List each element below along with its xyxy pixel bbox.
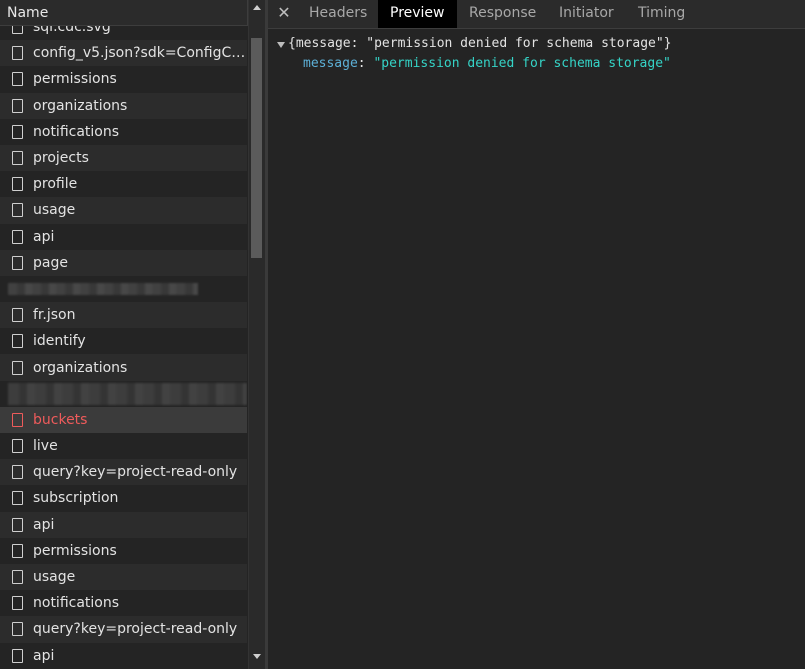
request-name: page [33,254,68,271]
json-property-key: message [303,56,358,71]
request-name: organizations [33,359,128,376]
request-name: notifications [33,595,120,612]
request-row[interactable]: notifications [0,118,247,145]
json-object-summary[interactable]: {message: "permission denied for schema … [288,36,672,51]
request-list: sqi.cdc.svg config_v5.json?sdk=ConfigCat-… [0,14,247,669]
request-name: permissions [33,71,117,88]
request-row[interactable]: organizations [0,354,247,381]
request-name: buckets [33,411,88,428]
file-icon [12,570,23,585]
request-list-scrollbar[interactable] [248,0,265,669]
tab-response[interactable]: Response [457,0,548,28]
request-row[interactable]: buckets [0,406,247,433]
scroll-up-arrow-icon[interactable] [253,5,261,10]
json-property-separator: : [357,56,374,71]
file-icon [12,46,23,61]
request-row[interactable]: permissions [0,66,247,93]
file-icon [12,648,23,663]
request-row[interactable]: permissions [0,537,247,564]
file-icon [12,203,23,218]
detail-tab-bar: ✕ Headers Preview Response Initiator Tim… [268,0,805,29]
file-icon [12,177,23,192]
request-row[interactable]: query?key=project-read-only [0,616,247,643]
file-icon [12,596,23,611]
request-name: query?key=project-read-only [33,621,238,638]
scroll-down-arrow-icon[interactable] [253,654,261,659]
request-row[interactable]: config_v5.json?sdk=ConfigCat-... [0,40,247,67]
request-row[interactable]: usage [0,197,247,224]
file-icon [12,491,23,506]
json-property-value: "permission denied for schema storage" [373,56,671,71]
tab-headers[interactable]: Headers [297,0,379,28]
request-name: permissions [33,542,117,559]
request-row[interactable]: subscription [0,485,247,512]
request-row[interactable]: identify [0,328,247,355]
file-icon [12,255,23,270]
tab-timing[interactable]: Timing [626,0,697,28]
request-name: api [33,228,55,245]
file-icon [12,439,23,454]
request-row[interactable]: projects [0,144,247,172]
request-name: usage [33,569,76,586]
request-row[interactable]: organizations [0,92,247,119]
request-list-panel: sqi.cdc.svg config_v5.json?sdk=ConfigCat-… [0,0,265,669]
json-property: message: "permission denied for schema s… [303,56,671,71]
request-name: live [33,438,58,455]
request-row[interactable]: profile [0,171,247,198]
request-name: notifications [33,123,120,140]
request-row[interactable]: page [0,249,247,276]
file-icon [12,98,23,113]
request-name: identify [33,333,86,350]
file-icon [12,465,23,480]
redacted-request-name [8,282,198,295]
request-name: config_v5.json?sdk=ConfigCat-... [33,45,247,62]
request-detail-panel: ✕ Headers Preview Response Initiator Tim… [268,0,805,669]
json-preview: {message: "permission denied for schema … [268,30,805,669]
file-icon [12,412,23,427]
tab-preview[interactable]: Preview [378,0,457,28]
file-icon [12,517,23,532]
file-icon [12,308,23,323]
file-icon [12,543,23,558]
request-row[interactable]: live [0,433,247,460]
file-icon [12,72,23,87]
request-name: api [33,647,55,664]
triangle-down-icon[interactable] [277,42,285,48]
request-row[interactable]: usage [0,563,247,591]
file-icon [12,360,23,375]
request-row[interactable]: api [0,223,247,250]
request-row[interactable] [0,275,247,303]
request-name: fr.json [33,307,76,324]
name-column-header[interactable]: Name [0,0,248,26]
request-name: subscription [33,490,119,507]
file-icon [12,229,23,244]
file-icon [12,151,23,166]
close-icon[interactable]: ✕ [276,3,292,23]
request-row[interactable] [0,380,247,407]
scroll-thumb[interactable] [251,38,262,258]
file-icon [12,334,23,349]
request-row[interactable]: fr.json [0,302,247,329]
redacted-request-name [8,382,247,405]
file-icon [12,124,23,139]
request-name: usage [33,202,76,219]
request-row[interactable]: notifications [0,590,247,617]
tab-initiator[interactable]: Initiator [547,0,626,28]
request-row[interactable]: api [0,642,247,669]
file-icon [12,622,23,637]
request-name: projects [33,150,89,167]
request-name: organizations [33,97,128,114]
request-name: api [33,516,55,533]
request-name: query?key=project-read-only [33,464,238,481]
request-name: profile [33,176,78,193]
request-row[interactable]: query?key=project-read-only [0,459,247,486]
request-row[interactable]: api [0,511,247,538]
